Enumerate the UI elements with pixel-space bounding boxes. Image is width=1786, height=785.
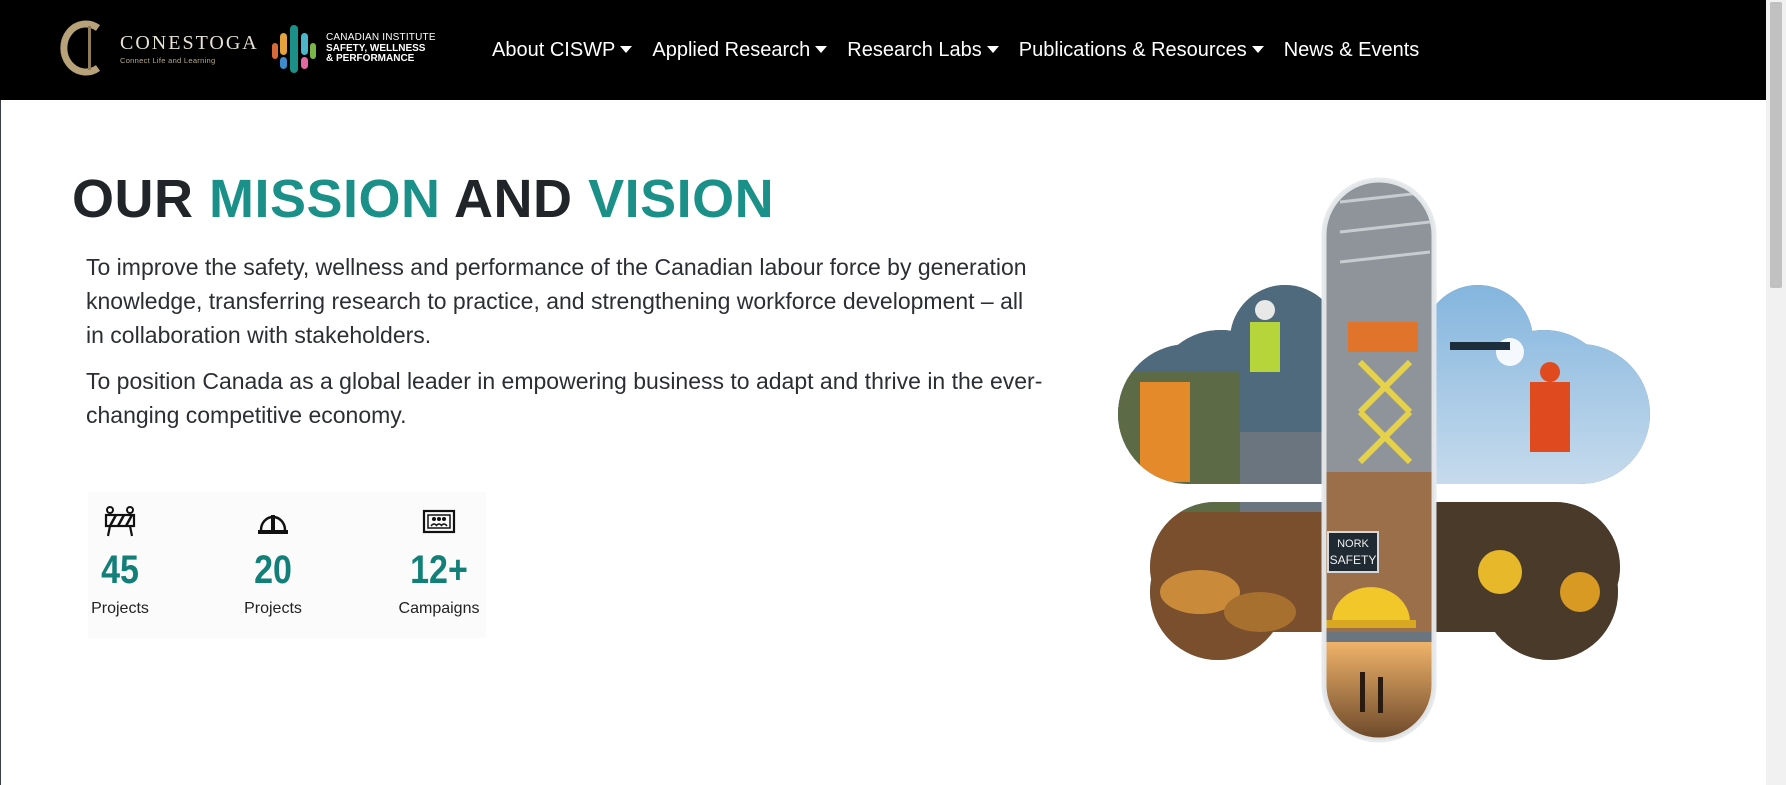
- nav-applied-research[interactable]: Applied Research: [652, 38, 828, 62]
- conestoga-tagline: Connect Life and Learning: [120, 55, 216, 65]
- title-word-vision: VISION: [588, 169, 775, 229]
- nav-publications-resources-label: Publications & Resources: [1018, 38, 1247, 61]
- stat-value: 45: [101, 548, 139, 592]
- workplace-safety-collage: NORK SAFETY: [1110, 172, 1670, 752]
- nav-research-labs-label: Research Labs: [847, 38, 982, 61]
- hard-hat-icon: [255, 506, 291, 538]
- nav-about-ciswp-label: About CISWP: [492, 38, 616, 61]
- nav-about-ciswp[interactable]: About CISWP: [492, 38, 633, 62]
- conestoga-c-icon: [58, 20, 108, 76]
- stat-campaigns: 12+ Campaigns: [379, 506, 499, 618]
- nav-research-labs[interactable]: Research Labs: [847, 39, 999, 62]
- conestoga-wordmark: CONESTOGA: [120, 31, 259, 54]
- collage-sign-line-2: SAFETY: [1330, 553, 1377, 567]
- barrier-icon: [102, 506, 138, 538]
- stat-projects-45: 45 Projects: [60, 506, 180, 618]
- page-title: OUR MISSION AND VISION: [72, 166, 774, 232]
- collage-sign-line-1: NORK: [1337, 538, 1369, 550]
- caret-down-icon: [1251, 45, 1264, 53]
- title-word-mission: MISSION: [209, 169, 441, 229]
- ciswp-leaf-icon: [266, 21, 322, 77]
- main-nav: About CISWP Applied Research Research La…: [492, 0, 1439, 100]
- stat-value: 12+: [410, 548, 468, 592]
- ciswp-line-3: & PERFORMANCE: [326, 53, 415, 65]
- nav-news-events[interactable]: News & Events: [1284, 39, 1420, 62]
- title-word-our: OUR: [72, 169, 194, 229]
- top-navbar: CONESTOGA Connect Life and Learning CANA…: [0, 0, 1766, 100]
- ciswp-logo[interactable]: CANADIAN INSTITUTE SAFETY, WELLNESS & PE…: [266, 20, 446, 78]
- title-word-and: AND: [454, 169, 573, 229]
- mission-statement: To improve the safety, wellness and perf…: [86, 254, 1027, 348]
- caret-down-icon: [620, 45, 633, 53]
- stat-projects-20: 20 Projects: [213, 506, 333, 618]
- caret-down-icon: [986, 45, 999, 53]
- nav-applied-research-label: Applied Research: [652, 38, 811, 61]
- stat-label: Projects: [91, 600, 149, 617]
- conestoga-logo[interactable]: CONESTOGA Connect Life and Learning: [58, 20, 257, 76]
- nav-news-events-label: News & Events: [1283, 38, 1420, 61]
- nav-publications-resources[interactable]: Publications & Resources: [1019, 39, 1264, 62]
- stat-label: Projects: [244, 600, 302, 617]
- window-left-edge: [0, 100, 1, 785]
- stat-label: Campaigns: [398, 600, 480, 617]
- caret-down-icon: [815, 45, 828, 53]
- stat-value: 20: [254, 548, 292, 592]
- campaign-board-icon: [421, 506, 457, 538]
- scrollbar-thumb[interactable]: [1770, 2, 1782, 288]
- stats-panel: 45 Projects 20 Projects 12+ Campaigns: [88, 492, 486, 638]
- vision-statement: To position Canada as a global leader in…: [86, 368, 1043, 428]
